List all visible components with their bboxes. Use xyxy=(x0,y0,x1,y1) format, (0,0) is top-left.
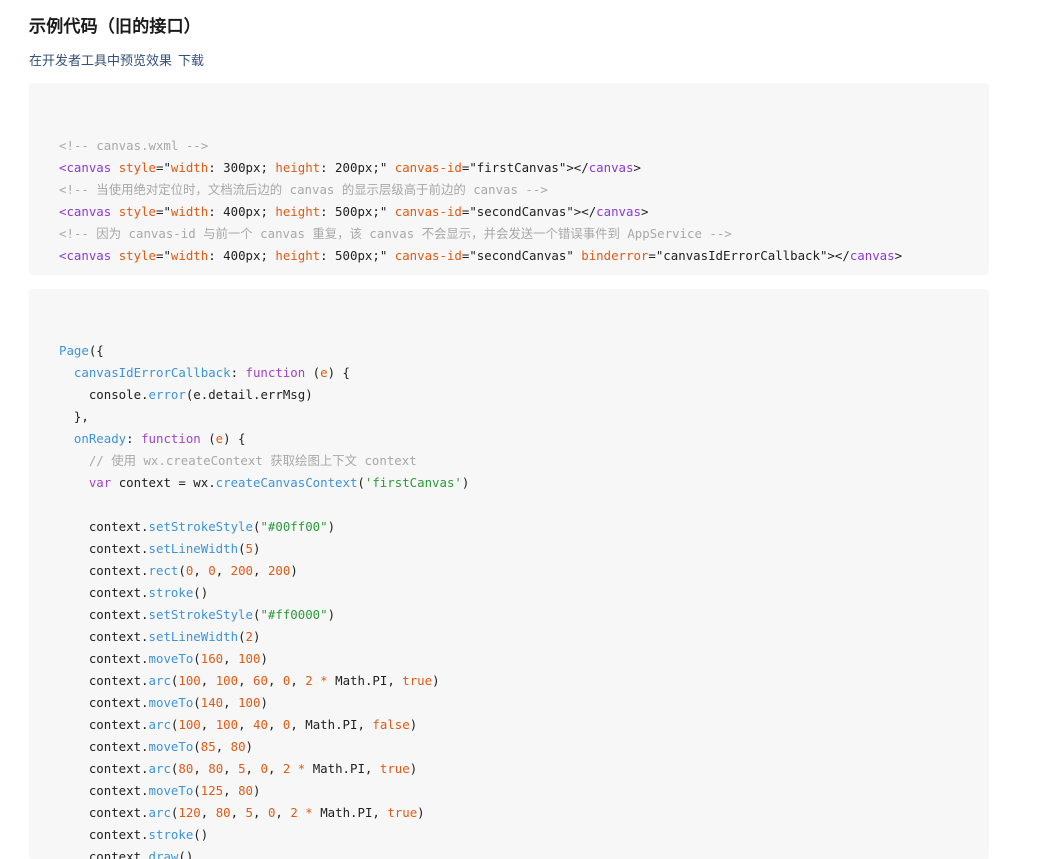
code-line: context.setStrokeStyle("#00ff00") xyxy=(88,519,336,534)
code-line: context.stroke() xyxy=(88,585,209,600)
code-line: context.arc(100, 100, 40, 0, Math.PI, fa… xyxy=(88,717,418,732)
code-line: <!-- 当使用绝对定位时，文档流后边的 canvas 的显示层级高于前边的 c… xyxy=(59,182,548,197)
code-line: }, xyxy=(73,409,89,424)
code-line: <!-- canvas.wxml --> xyxy=(59,138,209,153)
code-line: canvasIdErrorCallback: function (e) { xyxy=(73,365,350,380)
preview-line: 在开发者工具中预览效果 下载 xyxy=(29,50,204,69)
code-line: context.arc(80, 80, 5, 0, 2 * Math.PI, t… xyxy=(88,761,418,776)
code-line: context.moveTo(160, 100) xyxy=(88,651,268,666)
code-line: context.rect(0, 0, 200, 200) xyxy=(88,563,298,578)
code-line: // 使用 wx.createContext 获取绘图上下文 context xyxy=(59,453,417,468)
code-line: context.stroke() xyxy=(88,827,209,842)
code-line: var context = wx.createCanvasContext('fi… xyxy=(88,475,470,490)
code-line: <canvas style="width: 300px; height: 200… xyxy=(59,160,641,175)
code-line: <!-- 因为 canvas-id 与前一个 canvas 重复，该 canva… xyxy=(59,226,732,241)
code-line: <canvas style="width: 400px; height: 500… xyxy=(59,204,649,219)
code-line: context.moveTo(85, 80) xyxy=(88,739,253,754)
code-line: context.arc(100, 100, 60, 0, 2 * Math.PI… xyxy=(88,673,440,688)
code-line: <canvas style="width: 400px; height: 500… xyxy=(59,248,903,263)
wxml-code-block: <!-- canvas.wxml --> <canvas style="width… xyxy=(29,83,989,275)
code-line: context.draw() xyxy=(88,849,194,859)
code-line: Page({ xyxy=(59,343,104,358)
code-line: context.setLineWidth(5) xyxy=(88,541,261,556)
download-link[interactable]: 下载 xyxy=(178,54,204,69)
code-line: context.setStrokeStyle("#ff0000") xyxy=(88,607,336,622)
code-line: console.error(e.detail.errMsg) xyxy=(88,387,313,402)
preview-link[interactable]: 在开发者工具中预览效果 xyxy=(29,54,172,69)
code-line: onReady: function (e) { xyxy=(73,431,246,446)
code-line: context.moveTo(140, 100) xyxy=(88,695,268,710)
code-line: context.setLineWidth(2) xyxy=(88,629,261,644)
code-line: context.moveTo(125, 80) xyxy=(88,783,261,798)
section-title: 示例代码（旧的接口） xyxy=(29,17,201,37)
code-line: context.arc(120, 80, 5, 0, 2 * Math.PI, … xyxy=(88,805,425,820)
js-code-block: Page({ canvasIdErrorCallback: function (… xyxy=(29,289,989,859)
